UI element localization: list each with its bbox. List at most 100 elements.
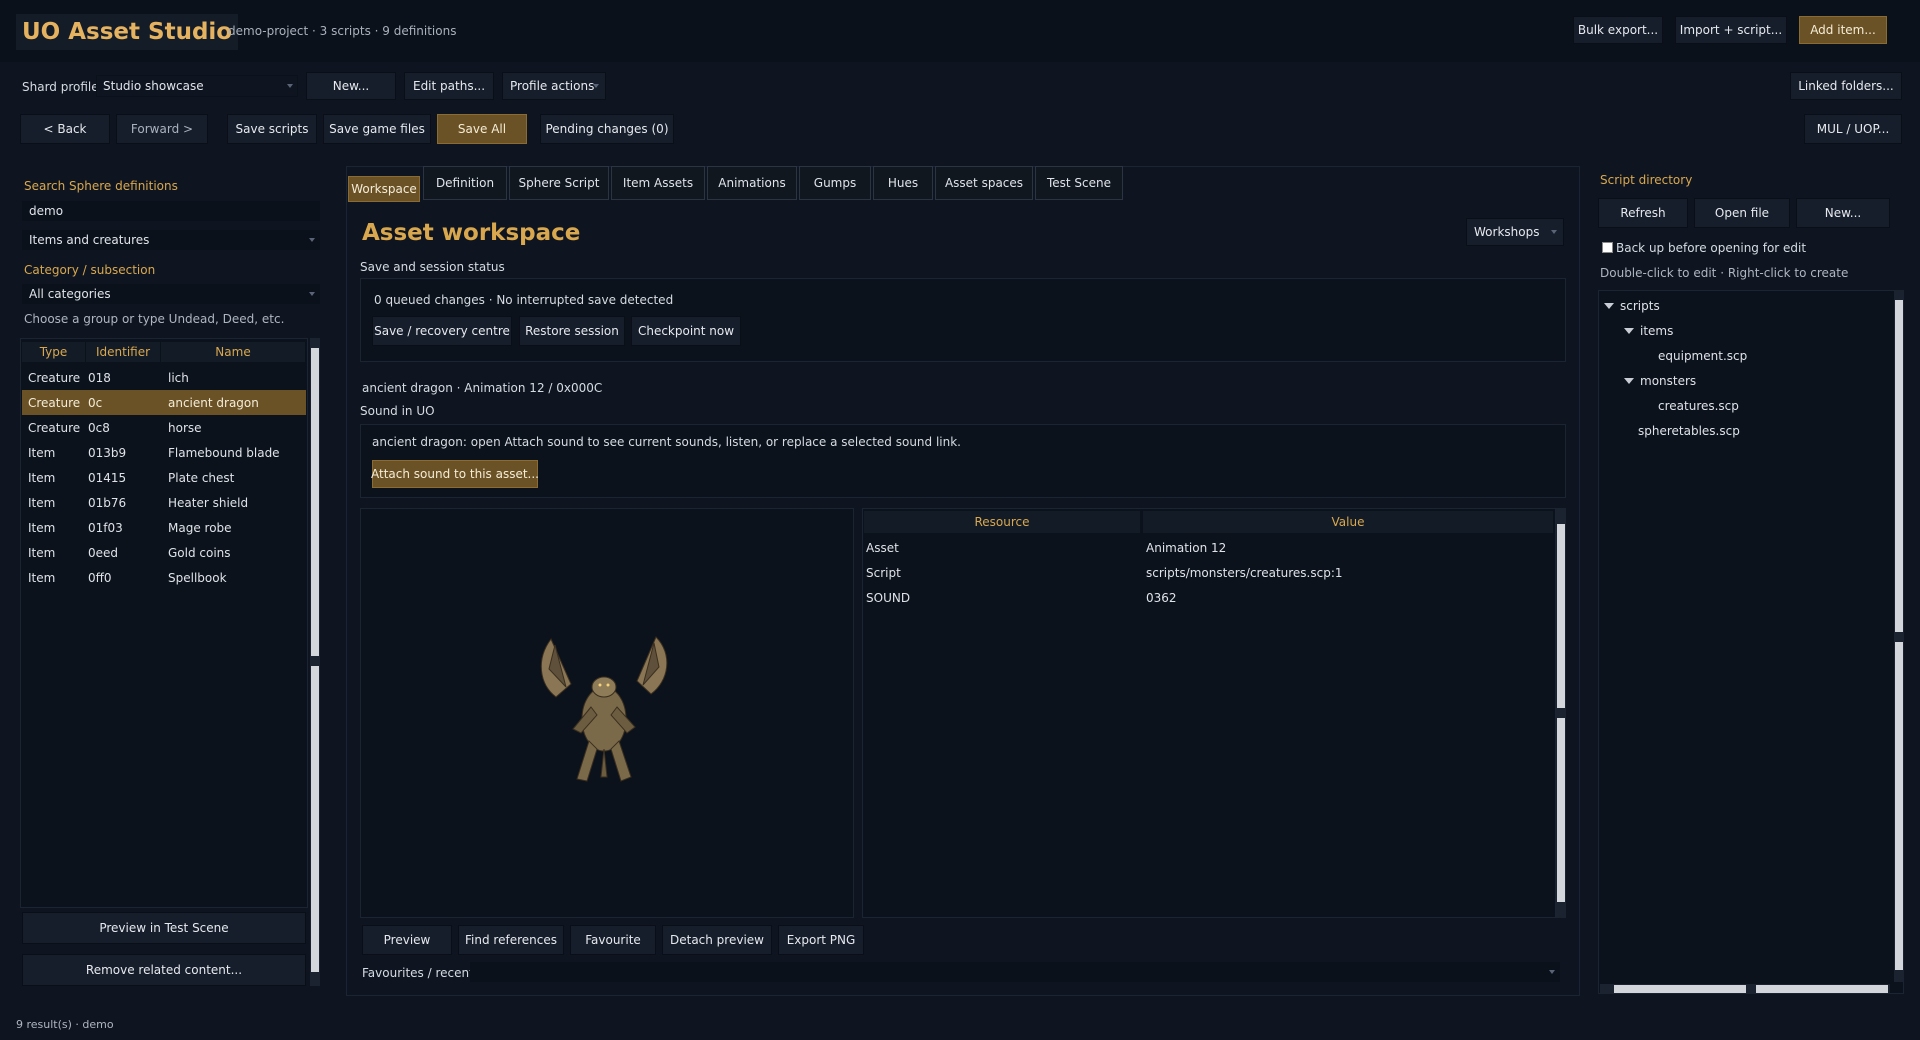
tree-node-items[interactable]: items <box>1624 324 1673 338</box>
backup-label: Back up before opening for edit <box>1616 241 1807 255</box>
resource-value: Animation 12 <box>1146 541 1227 555</box>
table-row[interactable]: Creature 0c8 horse <box>22 415 306 440</box>
refresh-button[interactable]: Refresh <box>1598 198 1688 228</box>
tree-file-equipment[interactable]: equipment.scp <box>1658 349 1747 363</box>
tab-gumps[interactable]: Gumps <box>799 166 871 200</box>
column-header-identifier[interactable]: Identifier <box>86 342 161 362</box>
preview-test-scene-button[interactable]: Preview in Test Scene <box>22 912 306 944</box>
profile-actions-label: Profile actions <box>510 79 595 93</box>
linked-folders-button[interactable]: Linked folders... <box>1790 72 1902 100</box>
remove-related-button[interactable]: Remove related content... <box>22 954 306 986</box>
pending-changes-button[interactable]: Pending changes (0) <box>540 114 674 144</box>
open-file-button[interactable]: Open file <box>1694 198 1790 228</box>
favourite-button[interactable]: Favourite <box>570 925 656 955</box>
table-row[interactable]: Item 0eed Gold coins <box>22 540 306 565</box>
tab-item-assets[interactable]: Item Assets <box>611 166 705 200</box>
sound-description: ancient dragon: open Attach sound to see… <box>372 435 961 449</box>
table-row[interactable]: Creature 018 lich <box>22 365 306 390</box>
filter-select[interactable]: Items and creatures <box>22 230 320 250</box>
workshops-label: Workshops <box>1474 225 1540 239</box>
table-row-selected[interactable]: Creature 0c ancient dragon <box>22 390 306 415</box>
tab-sphere-script[interactable]: Sphere Script <box>509 166 609 200</box>
resource-scrollbar-thumb[interactable] <box>1557 524 1565 708</box>
bulk-export-button[interactable]: Bulk export... <box>1573 16 1663 44</box>
table-row[interactable]: Item 01415 Plate chest <box>22 465 306 490</box>
export-png-button[interactable]: Export PNG <box>778 925 864 955</box>
profile-actions-button[interactable]: Profile actions <box>502 72 606 100</box>
expand-arrow-icon <box>1624 378 1634 384</box>
tab-workspace[interactable]: Workspace <box>348 176 420 202</box>
tab-asset-spaces[interactable]: Asset spaces <box>935 166 1033 200</box>
category-select[interactable]: All categories <box>22 284 320 304</box>
mul-uop-button[interactable]: MUL / UOP... <box>1804 114 1902 144</box>
search-input[interactable]: demo <box>22 201 320 221</box>
shard-profile-select[interactable]: Studio showcase <box>96 75 298 97</box>
project-info: demo-project · 3 scripts · 9 definitions <box>228 24 457 38</box>
column-header-resource[interactable]: Resource <box>864 511 1140 533</box>
edit-paths-button[interactable]: Edit paths... <box>404 72 494 100</box>
row-id: 013b9 <box>88 445 127 460</box>
script-tree <box>1598 290 1904 994</box>
row-name: lich <box>168 370 189 385</box>
forward-button[interactable]: Forward > <box>116 114 208 144</box>
backup-checkbox[interactable] <box>1602 242 1613 253</box>
tree-file-creatures[interactable]: creatures.scp <box>1658 399 1739 413</box>
expand-arrow-icon <box>1604 303 1614 309</box>
table-row[interactable]: Item 01b76 Heater shield <box>22 490 306 515</box>
chevron-down-icon <box>309 292 315 296</box>
row-id: 018 <box>88 370 111 385</box>
asset-preview[interactable] <box>360 508 854 918</box>
resource-key: Asset <box>866 541 899 555</box>
save-recovery-button[interactable]: Save / recovery centre <box>372 316 512 346</box>
checkpoint-button[interactable]: Checkpoint now <box>631 316 741 346</box>
tab-animations[interactable]: Animations <box>707 166 797 200</box>
resource-key: Script <box>866 566 901 580</box>
filter-value: Items and creatures <box>29 233 150 247</box>
add-item-button[interactable]: Add item... <box>1799 16 1887 44</box>
favourites-select[interactable] <box>470 962 1560 982</box>
tab-test-scene[interactable]: Test Scene <box>1035 166 1123 200</box>
left-scrollbar-thumb[interactable] <box>311 348 319 656</box>
save-all-button[interactable]: Save All <box>437 114 527 144</box>
workshops-button[interactable]: Workshops <box>1466 218 1564 246</box>
column-header-name[interactable]: Name <box>161 342 306 362</box>
row-name: Heater shield <box>168 495 249 510</box>
new-profile-button[interactable]: New... <box>306 72 396 100</box>
row-id: 0ff0 <box>88 570 112 585</box>
back-button[interactable]: < Back <box>20 114 110 144</box>
row-type: Item <box>28 520 56 535</box>
row-type: Item <box>28 470 56 485</box>
shard-profile-value: Studio showcase <box>103 79 204 93</box>
find-references-button[interactable]: Find references <box>458 925 564 955</box>
tab-definition[interactable]: Definition <box>423 166 507 200</box>
preview-button[interactable]: Preview <box>362 925 452 955</box>
tab-hues[interactable]: Hues <box>873 166 933 200</box>
save-scripts-button[interactable]: Save scripts <box>227 114 317 144</box>
tree-hscrollbar-thumb[interactable] <box>1614 985 1746 993</box>
import-script-button[interactable]: Import + script... <box>1675 16 1787 44</box>
tree-file-spheretables[interactable]: spheretables.scp <box>1638 424 1740 438</box>
chevron-down-icon <box>1551 230 1557 234</box>
shard-profile-label: Shard profile <box>22 80 99 94</box>
tree-scrollbar-thumb[interactable] <box>1895 300 1903 632</box>
save-game-files-button[interactable]: Save game files <box>323 114 431 144</box>
attach-sound-button[interactable]: Attach sound to this asset... <box>371 460 539 488</box>
new-script-button[interactable]: New... <box>1796 198 1890 228</box>
resource-scrollbar-thumb-lower[interactable] <box>1557 718 1565 902</box>
table-row[interactable]: Item 01f03 Mage robe <box>22 515 306 540</box>
row-name: Spellbook <box>168 570 227 585</box>
tree-hscrollbar-thumb-right[interactable] <box>1756 985 1888 993</box>
tree-node-monsters[interactable]: monsters <box>1624 374 1696 388</box>
row-type: Item <box>28 445 56 460</box>
table-row[interactable]: Item 013b9 Flamebound blade <box>22 440 306 465</box>
page-title: Asset workspace <box>362 220 581 246</box>
restore-session-button[interactable]: Restore session <box>519 316 625 346</box>
tree-node-scripts[interactable]: scripts <box>1604 299 1660 313</box>
table-row[interactable]: Item 0ff0 Spellbook <box>22 565 306 590</box>
detach-preview-button[interactable]: Detach preview <box>662 925 772 955</box>
left-scrollbar-thumb-lower[interactable] <box>311 666 319 972</box>
column-header-value[interactable]: Value <box>1143 511 1553 533</box>
session-section-label: Save and session status <box>360 260 505 274</box>
column-header-type[interactable]: Type <box>22 342 86 362</box>
tree-scrollbar-thumb-lower[interactable] <box>1895 642 1903 970</box>
